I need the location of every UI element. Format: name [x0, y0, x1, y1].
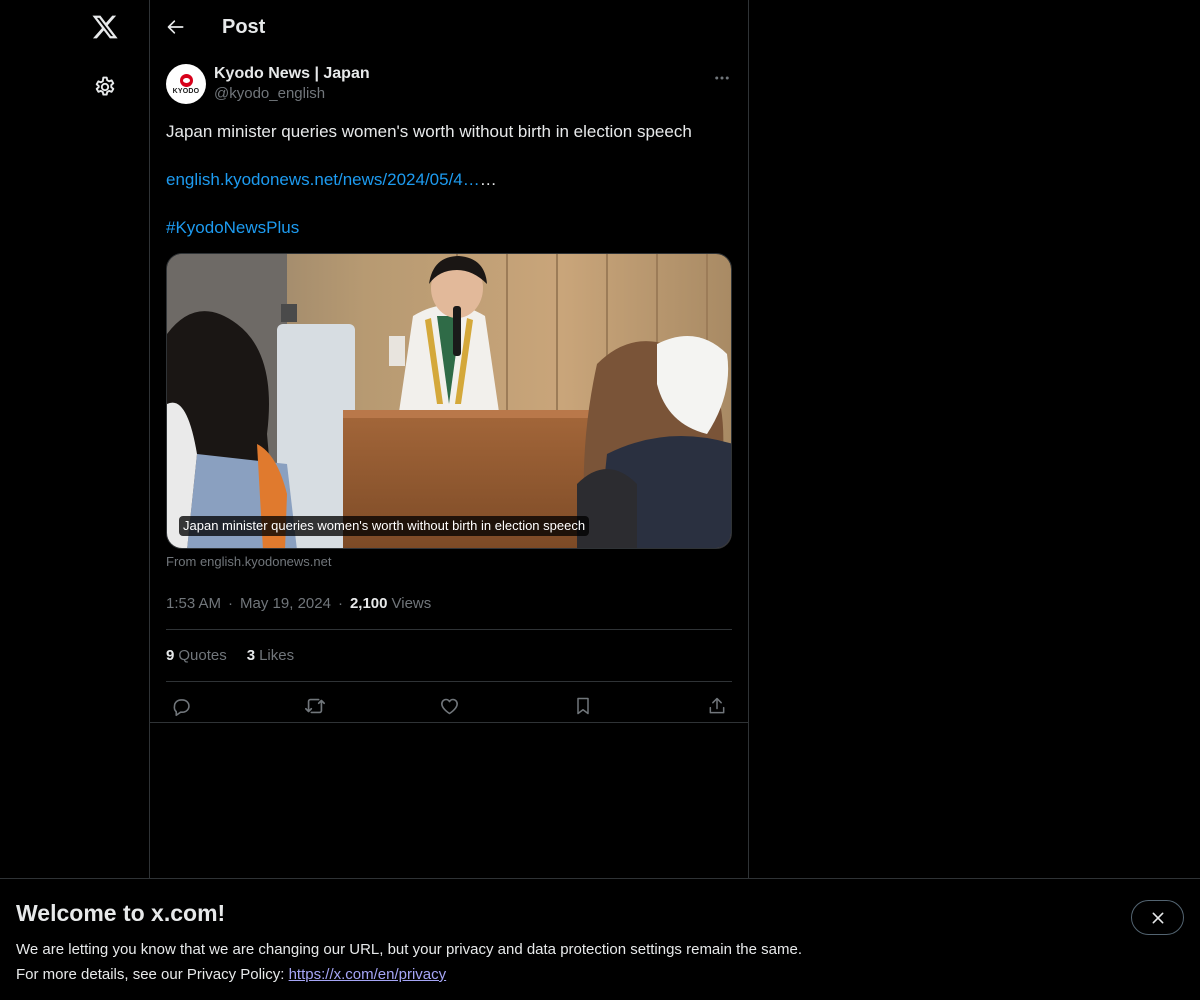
banner-line-2: For more details, see our Privacy Policy… — [16, 962, 1184, 987]
author-name[interactable]: Kyodo News | Japan — [214, 64, 370, 84]
likes-count: 3 — [246, 647, 256, 664]
post-divider — [150, 722, 748, 723]
post-hashtag-line: #KyodoNewsPlus — [166, 216, 732, 240]
close-icon — [1152, 912, 1163, 923]
privacy-policy-link[interactable]: https://x.com/en/privacy — [289, 966, 447, 983]
post-meta: 1:53 AM · May 19, 2024 · 2,100 Views — [166, 593, 732, 613]
x-logo-icon — [92, 15, 118, 39]
post-date[interactable]: May 19, 2024 — [240, 595, 331, 612]
quotes-count: 9 — [166, 647, 175, 664]
banner-text: We are letting you know that we are chan… — [16, 937, 1184, 987]
share-icon — [709, 697, 725, 714]
post-author: KYODO Kyodo News | Japan @kyodo_english — [166, 64, 732, 106]
share-button[interactable] — [706, 695, 728, 717]
welcome-banner: Welcome to x.com! We are letting you kno… — [0, 878, 1200, 1000]
avatar[interactable]: KYODO — [166, 64, 206, 104]
left-nav — [0, 0, 150, 1000]
post-stats: 9 Quotes 3 Likes — [166, 629, 732, 682]
link-preview-card[interactable]: Japan minister queries women's worth wit… — [166, 253, 732, 549]
likes-stat[interactable]: 3 Likes — [247, 647, 294, 664]
page-header: Post — [150, 0, 748, 54]
meta-separator: · — [228, 594, 234, 612]
views-label: Views — [391, 594, 432, 612]
heart-icon — [440, 698, 458, 714]
post-link-ellipsis: … — [479, 170, 497, 189]
repost-icon — [305, 698, 325, 714]
banner-line-1: We are letting you know that we are chan… — [16, 941, 802, 958]
reply-button[interactable] — [170, 695, 192, 717]
reply-icon — [173, 698, 190, 716]
post-body: Japan minister queries women's worth wit… — [166, 122, 692, 141]
bookmark-icon — [577, 697, 589, 715]
author-handle[interactable]: @kyodo_english — [214, 84, 370, 104]
post-time[interactable]: 1:53 AM — [166, 595, 221, 612]
gear-icon — [95, 76, 115, 96]
more-horizontal-icon — [715, 76, 729, 80]
kyodo-logo-icon — [179, 73, 193, 87]
main-column: Post KYODO Kyodo News | Japan @kyodo_eng… — [150, 0, 749, 1000]
arrow-left-icon — [167, 20, 184, 34]
back-button[interactable] — [158, 9, 194, 45]
banner-line-2-prefix: For more details, see our Privacy Policy… — [16, 966, 289, 983]
repost-button[interactable] — [304, 695, 326, 717]
news-photo — [167, 254, 731, 548]
likes-label: Likes — [259, 647, 295, 664]
settings-button[interactable] — [81, 63, 129, 111]
bookmark-button[interactable] — [572, 695, 594, 717]
x-logo-link[interactable] — [81, 3, 129, 51]
like-button[interactable] — [438, 695, 460, 717]
banner-close-button[interactable] — [1131, 900, 1184, 935]
quotes-label: Quotes — [178, 647, 227, 664]
hashtag-link[interactable]: #KyodoNewsPlus — [166, 218, 299, 237]
avatar-logo-text: KYODO — [172, 87, 200, 95]
views-count: 2,100 — [349, 594, 388, 612]
page-title: Post — [222, 15, 266, 38]
banner-title: Welcome to x.com! — [16, 900, 226, 926]
quotes-stat[interactable]: 9 Quotes — [166, 647, 227, 664]
post-text: Japan minister queries women's worth wit… — [166, 120, 732, 240]
meta-separator: · — [337, 594, 343, 612]
link-source[interactable]: From english.kyodonews.net — [166, 554, 732, 569]
post: KYODO Kyodo News | Japan @kyodo_english … — [150, 64, 748, 730]
post-link-line: english.kyodonews.net/news/2024/05/4…… — [166, 168, 732, 192]
more-button[interactable] — [708, 64, 736, 92]
post-link[interactable]: english.kyodonews.net/news/2024/05/4… — [166, 170, 480, 189]
media-caption: Japan minister queries women's worth wit… — [179, 516, 590, 536]
author-info: Kyodo News | Japan @kyodo_english — [214, 64, 370, 104]
